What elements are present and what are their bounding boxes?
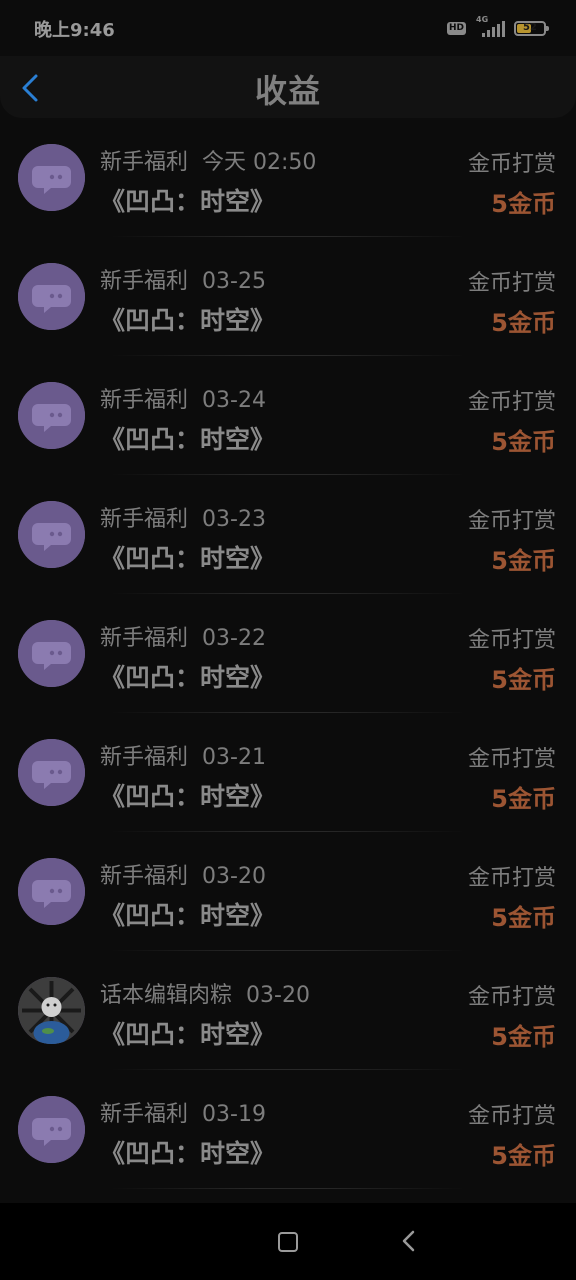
square-home-icon[interactable]	[278, 1232, 298, 1252]
record-type: 金币打赏	[467, 271, 556, 296]
record-type: 金币打赏	[467, 390, 556, 415]
record-source: 话本编辑肉粽 03-20	[100, 977, 310, 1009]
record-type: 金币打赏	[467, 1104, 556, 1129]
record-title: 《凹凸：时空》	[100, 663, 276, 692]
list-item[interactable]: 新手福利 03-23 《凹凸：时空》 金币打赏 5金币	[0, 475, 576, 594]
list-item[interactable]: 新手福利 03-20 《凹凸：时空》 金币打赏 5金币	[0, 832, 576, 951]
list-item[interactable]: 新手福利 03-25 《凹凸：时空》 金币打赏 5金币	[0, 237, 576, 356]
earnings-list: 新手福利 今天 02:50 《凹凸：时空》 金币打赏 5金币 新手福利 03-25 …	[0, 118, 576, 1189]
record-source: 新手福利 03-24	[100, 382, 266, 414]
chat-bubble-icon	[18, 858, 85, 925]
source-name: 新手福利	[100, 150, 189, 175]
record-title: 《凹凸：时空》	[100, 1139, 276, 1168]
record-amount: 5金币	[491, 190, 556, 218]
status-time: 晚上9:46	[34, 20, 115, 41]
avatar[interactable]	[18, 382, 85, 449]
list-item[interactable]: 新手福利 03-22 《凹凸：时空》 金币打赏 5金币	[0, 594, 576, 713]
record-date: 03-23	[202, 507, 266, 532]
status-bar: 晚上9:46 HD 4G 52	[0, 0, 576, 56]
avatar[interactable]	[18, 739, 85, 806]
avatar[interactable]	[18, 144, 85, 211]
record-amount: 5金币	[491, 428, 556, 456]
divider	[110, 1188, 466, 1189]
record-type: 金币打赏	[467, 509, 556, 534]
record-amount: 5金币	[491, 1142, 556, 1170]
record-title: 《凹凸：时空》	[100, 544, 276, 573]
record-type: 金币打赏	[467, 866, 556, 891]
user-photo-icon	[18, 977, 85, 1044]
source-name: 新手福利	[100, 388, 189, 413]
chat-bubble-icon	[18, 1096, 85, 1163]
header: 收益	[0, 56, 576, 118]
record-type: 金币打赏	[467, 985, 556, 1010]
hd-icon: HD	[446, 21, 466, 35]
source-name: 新手福利	[100, 745, 189, 770]
chat-bubble-icon	[18, 739, 85, 806]
chat-bubble-icon	[18, 501, 85, 568]
avatar[interactable]	[18, 263, 85, 330]
chevron-left-icon	[402, 1230, 415, 1252]
avatar[interactable]	[18, 620, 85, 687]
chat-bubble-icon	[18, 382, 85, 449]
record-amount: 5金币	[491, 547, 556, 575]
record-type: 金币打赏	[467, 152, 556, 177]
record-amount: 5金币	[491, 1023, 556, 1051]
record-source: 新手福利 03-23	[100, 501, 266, 533]
record-title: 《凹凸：时空》	[100, 782, 276, 811]
record-date: 03-25	[202, 269, 266, 294]
list-item[interactable]: 话本编辑肉粽 03-20 《凹凸：时空》 金币打赏 5金币	[0, 951, 576, 1070]
source-name: 新手福利	[100, 864, 189, 889]
record-date: 03-24	[202, 388, 266, 413]
record-source: 新手福利 03-20	[100, 858, 266, 890]
list-item[interactable]: 新手福利 03-19 《凹凸：时空》 金币打赏 5金币	[0, 1070, 576, 1189]
page-title: 收益	[254, 72, 321, 110]
record-amount: 5金币	[491, 309, 556, 337]
record-source: 新手福利 03-21	[100, 739, 266, 771]
record-type: 金币打赏	[467, 747, 556, 772]
status-icons: HD 4G 52	[446, 15, 549, 40]
battery-icon: 52	[514, 20, 549, 36]
record-type: 金币打赏	[467, 628, 556, 653]
nav-back-button[interactable]	[398, 1229, 420, 1253]
source-name: 新手福利	[100, 269, 189, 294]
chat-bubble-icon	[18, 144, 85, 211]
avatar[interactable]	[18, 858, 85, 925]
record-date: 03-19	[202, 1102, 266, 1127]
signal-icon: 4G	[474, 15, 506, 39]
record-title: 《凹凸：时空》	[100, 901, 276, 930]
avatar[interactable]	[18, 1096, 85, 1163]
list-item[interactable]: 新手福利 03-24 《凹凸：时空》 金币打赏 5金币	[0, 356, 576, 475]
record-source: 新手福利 今天 02:50	[100, 144, 316, 176]
record-date: 03-20	[246, 983, 310, 1008]
avatar[interactable]	[18, 977, 85, 1044]
chat-bubble-icon	[18, 620, 85, 687]
record-source: 新手福利 03-25	[100, 263, 266, 295]
source-name: 新手福利	[100, 626, 189, 651]
record-date: 03-20	[202, 864, 266, 889]
record-title: 《凹凸：时空》	[100, 306, 276, 335]
record-amount: 5金币	[491, 666, 556, 694]
record-source: 新手福利 03-19	[100, 1096, 266, 1128]
battery-level: 52	[523, 21, 537, 33]
source-name: 话本编辑肉粽	[100, 983, 233, 1008]
list-item[interactable]: 新手福利 03-21 《凹凸：时空》 金币打赏 5金币	[0, 713, 576, 832]
list-item[interactable]: 新手福利 今天 02:50 《凹凸：时空》 金币打赏 5金币	[0, 118, 576, 237]
record-title: 《凹凸：时空》	[100, 1020, 276, 1049]
source-name: 新手福利	[100, 1102, 189, 1127]
record-amount: 5金币	[491, 785, 556, 813]
record-date: 今天 02:50	[202, 150, 317, 175]
record-amount: 5金币	[491, 904, 556, 932]
record-title: 《凹凸：时空》	[100, 425, 276, 454]
system-nav-bar	[0, 1203, 576, 1280]
source-name: 新手福利	[100, 507, 189, 532]
chat-bubble-icon	[18, 263, 85, 330]
record-date: 03-21	[202, 745, 266, 770]
record-title: 《凹凸：时空》	[100, 187, 276, 216]
record-date: 03-22	[202, 626, 266, 651]
avatar[interactable]	[18, 501, 85, 568]
record-source: 新手福利 03-22	[100, 620, 266, 652]
